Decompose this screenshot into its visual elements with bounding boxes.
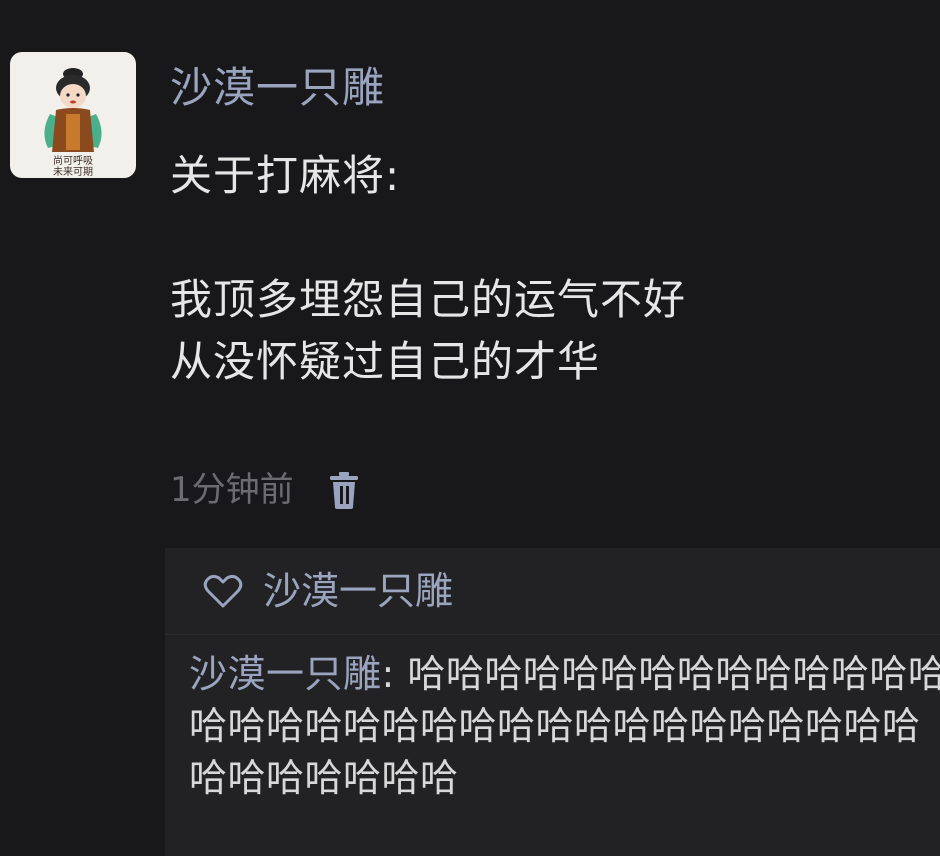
comment-separator: : (381, 652, 408, 696)
moment-post: 尚可呼吸 未来可期 沙漠一只雕 关于打麻将: 我顶多埋怨自己的运气不好 从没怀疑… (0, 0, 940, 856)
post-text: 关于打麻将: 我顶多埋怨自己的运气不好 从没怀疑过自己的才华 (170, 151, 687, 386)
comment-item: 沙漠一只雕: 哈哈哈哈哈哈哈哈哈哈哈哈哈哈哈哈哈哈哈哈哈哈哈哈哈哈哈哈哈哈哈哈哈… (189, 648, 940, 804)
avatar-illustration: 尚可呼吸 未来可期 (44, 68, 102, 178)
liker-name[interactable]: 沙漠一只雕 (263, 566, 453, 616)
heart-icon (201, 569, 245, 613)
post-meta: 1分钟前 (170, 465, 364, 515)
comment-author[interactable]: 沙漠一只雕 (189, 652, 382, 696)
avatar-caption-line2: 未来可期 (53, 166, 93, 178)
timestamp: 1分钟前 (170, 470, 294, 510)
avatar[interactable]: 尚可呼吸 未来可期 (10, 52, 136, 178)
likes-comments-panel: 沙漠一只雕 沙漠一只雕: 哈哈哈哈哈哈哈哈哈哈哈哈哈哈哈哈哈哈哈哈哈哈哈哈哈哈哈… (165, 548, 940, 856)
avatar-caption-line1: 尚可呼吸 (53, 154, 93, 167)
post-author-name[interactable]: 沙漠一只雕 (170, 60, 385, 116)
likes-row: 沙漠一只雕 (165, 548, 940, 635)
trash-icon-graphic (329, 472, 358, 509)
trash-icon[interactable] (324, 468, 364, 512)
heart-icon-graphic (203, 574, 243, 608)
